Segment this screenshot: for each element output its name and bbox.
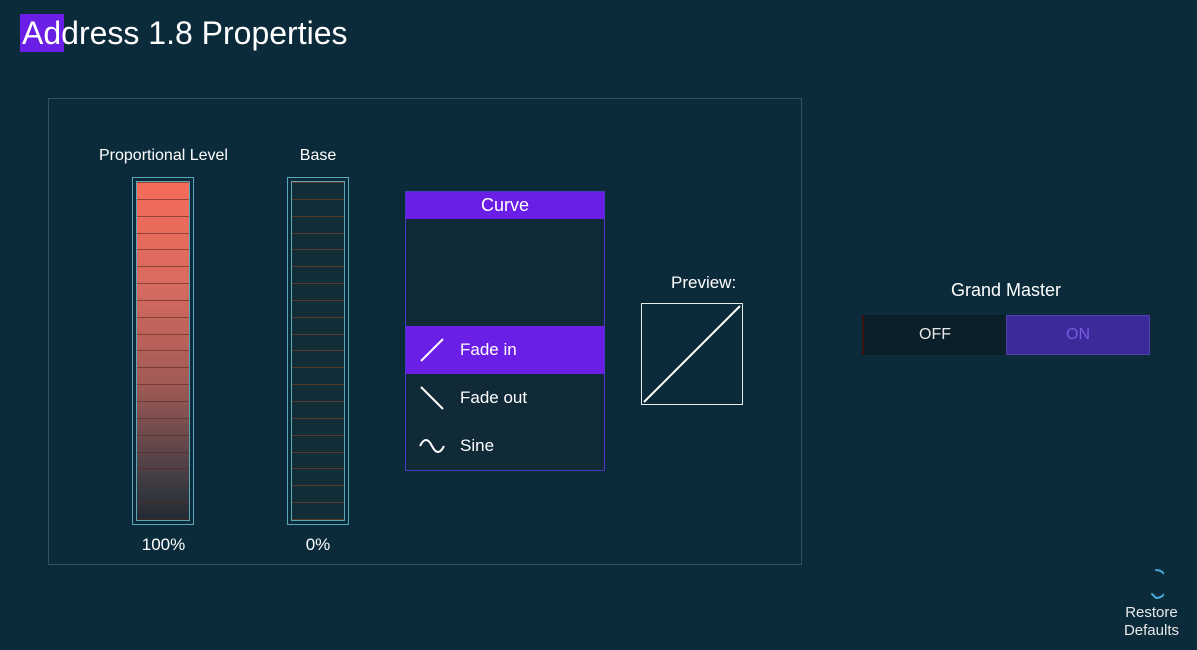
page-title: Address 1.8 Properties bbox=[22, 15, 348, 52]
sine-icon bbox=[418, 432, 446, 460]
curve-preview bbox=[641, 303, 743, 405]
properties-panel: Proportional Level 100% Base bbox=[48, 98, 802, 565]
restore-arrow-icon bbox=[1138, 566, 1164, 602]
base-slider[interactable] bbox=[287, 177, 349, 525]
grand-master-label: Grand Master bbox=[862, 280, 1150, 301]
page-title-wrap: Address 1.8 Properties bbox=[20, 14, 348, 52]
curve-item-label: Fade in bbox=[460, 340, 517, 360]
base-label: Base bbox=[300, 147, 336, 165]
preview-curve-icon bbox=[642, 304, 742, 404]
curve-item-sine[interactable]: Sine bbox=[406, 422, 604, 470]
preview-label: Preview: bbox=[671, 273, 736, 293]
grand-master-toggle: OFF ON bbox=[862, 315, 1150, 355]
fade-in-icon bbox=[418, 336, 446, 364]
curve-list-panel: Curve Fade in Fade out Sine bbox=[405, 191, 605, 471]
proportional-level-group: Proportional Level 100% bbox=[99, 147, 228, 555]
curve-item-label: Fade out bbox=[460, 388, 527, 408]
proportional-level-slider[interactable] bbox=[132, 177, 194, 525]
restore-defaults-button[interactable]: RestoreDefaults bbox=[1124, 566, 1179, 640]
proportional-level-label: Proportional Level bbox=[99, 147, 228, 165]
base-value: 0% bbox=[306, 535, 331, 555]
base-group: Base 0% bbox=[287, 147, 349, 555]
grand-master-group: Grand Master OFF ON bbox=[862, 280, 1150, 355]
restore-defaults-label: RestoreDefaults bbox=[1124, 604, 1179, 640]
grand-master-on-button[interactable]: ON bbox=[1006, 315, 1150, 355]
curve-header: Curve bbox=[406, 192, 604, 219]
curve-item-fade-out[interactable]: Fade out bbox=[406, 374, 604, 422]
proportional-level-value: 100% bbox=[142, 535, 185, 555]
curve-item-label: Sine bbox=[460, 436, 494, 456]
curve-item-fade-in[interactable]: Fade in bbox=[406, 326, 604, 374]
grand-master-off-button[interactable]: OFF bbox=[862, 315, 1006, 355]
fade-out-icon bbox=[418, 384, 446, 412]
